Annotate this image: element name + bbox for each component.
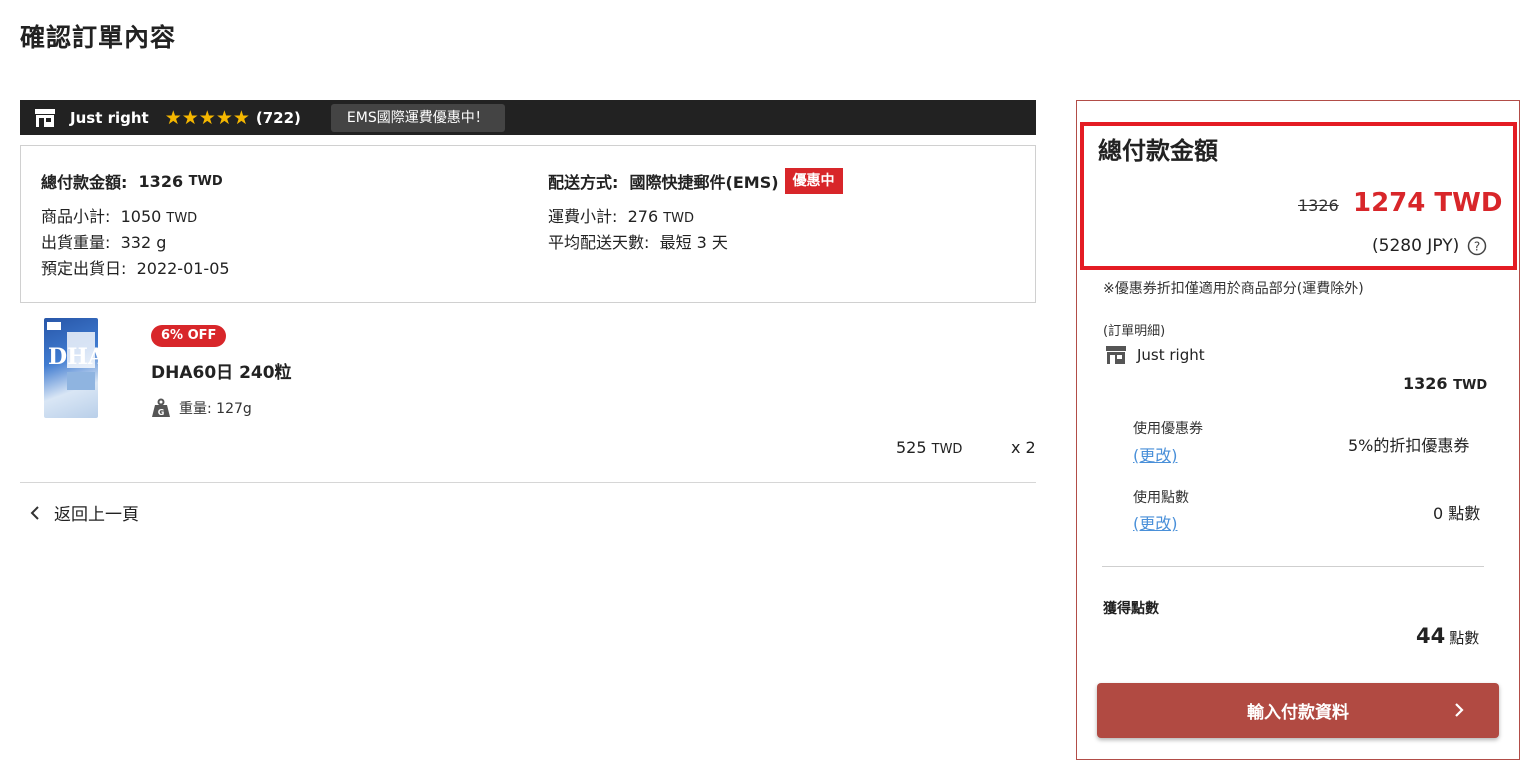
summary-total-currency: TWD — [188, 173, 223, 189]
earn-points: 44 點數 — [1416, 624, 1479, 648]
shipping-fee-currency: TWD — [663, 211, 695, 226]
panel-shop-subtotal-value: 1326 — [1403, 374, 1448, 393]
panel-total-title: 總付款金額 — [1098, 137, 1218, 165]
product-image-text: DHA — [48, 344, 98, 370]
summary-subtotal-row: 商品小計: 1050 TWD — [41, 204, 230, 230]
product-weight-text: 重量: 127g — [179, 401, 252, 417]
shop-name[interactable]: Just right — [70, 109, 149, 127]
panel-shop-name: Just right — [1137, 346, 1205, 364]
avg-days-label: 平均配送天數: — [548, 233, 650, 252]
summary-weight-row: 出貨重量: 332 g — [41, 230, 230, 256]
unit-price: 525 TWD — [896, 438, 962, 457]
promo-tag: 優惠中 — [784, 168, 843, 194]
summary-right-column: 配送方式: 國際快捷郵件(EMS) 優惠中 運費小計: 276 TWD 平均配送… — [548, 168, 843, 256]
points-label: 使用點數 — [1133, 490, 1189, 506]
store-icon — [1106, 346, 1126, 364]
summary-ship-date-value: 2022-01-05 — [136, 259, 230, 278]
chevron-right-icon — [1455, 703, 1464, 717]
panel-divider — [1102, 566, 1484, 567]
panel-shop-subtotal: 1326 TWD — [1403, 374, 1487, 393]
shipping-method-row: 配送方式: 國際快捷郵件(EMS) 優惠中 — [548, 168, 843, 194]
original-price: 1326 — [1298, 196, 1339, 215]
summary-weight-label: 出貨重量: — [41, 233, 111, 252]
shipping-fee-value: 276 — [627, 207, 659, 226]
back-link[interactable]: 返回上一頁 — [28, 500, 139, 525]
product-brand-logo — [47, 322, 61, 330]
page-title: 確認訂單內容 — [20, 23, 177, 52]
star-rating: ★★★★★ — [164, 106, 250, 129]
points-change-link[interactable]: (更改) — [1133, 510, 1178, 534]
unit-price-currency: TWD — [931, 442, 963, 457]
summary-total-row: 總付款金額: 1326 TWD — [41, 168, 230, 194]
summary-left-column: 總付款金額: 1326 TWD 商品小計: 1050 TWD 出貨重量: 332… — [41, 168, 230, 282]
quantity: x 2 — [1011, 438, 1036, 457]
summary-total-value: 1326 — [138, 171, 184, 191]
jpy-price-row: (5280 JPY) ? — [1372, 236, 1487, 256]
earn-points-unit: 點數 — [1449, 629, 1480, 647]
points-value: 0 點數 — [1433, 504, 1481, 523]
coupon-value: 5%的折扣優惠券 — [1348, 436, 1470, 455]
shipping-fee-row: 運費小計: 276 TWD — [548, 204, 843, 230]
product-image[interactable]: DHA — [44, 318, 98, 418]
review-count[interactable]: (722) — [256, 109, 301, 127]
svg-text:?: ? — [1474, 240, 1480, 254]
summary-subtotal-currency: TWD — [166, 211, 198, 226]
panel-shop-subtotal-currency: TWD — [1453, 378, 1488, 393]
order-summary-box: 總付款金額: 1326 TWD 商品小計: 1050 TWD 出貨重量: 332… — [20, 145, 1036, 303]
summary-ship-date-label: 預定出貨日: — [41, 259, 127, 278]
unit-price-value: 525 — [896, 438, 927, 457]
enter-payment-button-label: 輸入付款資料 — [1247, 703, 1349, 723]
product-name[interactable]: DHA60日 240粒 — [151, 358, 292, 383]
help-circle-icon[interactable]: ? — [1467, 236, 1487, 256]
avg-days-row: 平均配送天數: 最短 3 天 — [548, 230, 843, 256]
summary-subtotal-value: 1050 — [120, 207, 162, 226]
divider — [20, 482, 1036, 483]
shipping-method-label: 配送方式: — [548, 173, 619, 192]
ems-promo-badge: EMS國際運費優惠中！ — [330, 103, 505, 132]
shipping-method-value: 國際快捷郵件(EMS) — [629, 173, 779, 192]
order-detail-label: (訂單明細) — [1103, 324, 1166, 339]
coupon-note: ※優惠券折扣僅適用於商品部分(運費除外) — [1103, 281, 1364, 297]
enter-payment-button[interactable]: 輸入付款資料 — [1097, 683, 1499, 738]
jpy-price: (5280 JPY) — [1372, 236, 1460, 256]
summary-total-label: 總付款金額: — [41, 173, 128, 192]
weight-icon: G — [152, 398, 170, 417]
final-price: 1274 TWD — [1353, 188, 1503, 218]
svg-text:G: G — [158, 408, 165, 417]
panel-shop-row: Just right — [1105, 345, 1205, 365]
chevron-left-icon — [30, 505, 39, 520]
back-link-label: 返回上一頁 — [54, 505, 139, 525]
coupon-change-link[interactable]: (更改) — [1133, 442, 1178, 466]
product-weight: G 重量: 127g — [151, 398, 252, 418]
summary-subtotal-label: 商品小計: — [41, 207, 111, 226]
shipping-fee-label: 運費小計: — [548, 207, 618, 226]
coupon-label: 使用優惠券 — [1133, 421, 1203, 437]
discount-badge: 6% OFF — [151, 325, 227, 347]
earn-points-label: 獲得點數 — [1103, 601, 1159, 617]
product-label-band-lower — [67, 372, 95, 390]
earn-points-value: 44 — [1416, 624, 1446, 648]
store-icon — [35, 108, 55, 127]
shop-header-bar: Just right ★★★★★ (722) EMS國際運費優惠中！ — [20, 100, 1036, 135]
summary-weight-value: 332 g — [120, 233, 167, 252]
avg-days-value: 最短 3 天 — [659, 233, 728, 252]
summary-ship-date-row: 預定出貨日: 2022-01-05 — [41, 256, 230, 282]
